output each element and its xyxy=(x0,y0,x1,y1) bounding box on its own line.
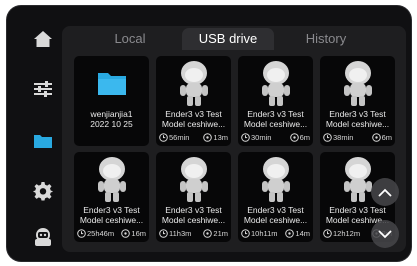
tab-history[interactable]: History xyxy=(286,28,366,50)
folder-icon xyxy=(97,73,126,95)
filament-icon xyxy=(121,229,131,238)
sidebar-item-settings-tune[interactable] xyxy=(21,74,65,104)
chevron-up-icon xyxy=(378,188,392,196)
file-meta: 38min 6m xyxy=(323,133,392,142)
clock-icon xyxy=(159,133,168,142)
file-card[interactable]: Ender3 v3 Test Model ceshiwe... 30min 6m xyxy=(238,56,313,146)
file-meta: 30min 6m xyxy=(241,133,310,142)
filament-icon xyxy=(203,133,213,142)
printer-screen: Local USB drive History wenjianjia1 2022… xyxy=(7,6,411,261)
file-card[interactable]: Ender3 v3 Test Model ceshiwe... 56min 13… xyxy=(156,56,231,146)
file-meta: 11h3m 21m xyxy=(159,229,228,238)
tab-usb-drive[interactable]: USB drive xyxy=(182,28,274,50)
clock-icon xyxy=(323,133,332,142)
gear-icon xyxy=(33,182,53,201)
filament-icon xyxy=(289,133,299,142)
filament-icon xyxy=(203,229,213,238)
robot-figure-icon xyxy=(179,157,208,202)
clock-icon xyxy=(323,229,332,238)
print-time: 12h12m xyxy=(333,229,361,238)
file-card[interactable]: Ender3 v3 Test Model ceshiwe... 25h46m 1… xyxy=(74,152,149,242)
file-name: wenjianjia1 2022 10 25 xyxy=(90,109,133,129)
robot-figure-icon xyxy=(343,157,372,202)
robot-figure-icon xyxy=(261,61,290,106)
file-meta: 10h11m 14m xyxy=(241,229,310,238)
robot-icon xyxy=(35,228,51,246)
scroll-up-button[interactable] xyxy=(371,178,399,206)
file-name: Ender3 v3 Test Model ceshiwe... xyxy=(325,109,390,129)
robot-figure-icon xyxy=(179,61,208,106)
print-time: 38min xyxy=(333,133,354,142)
model-thumbnail xyxy=(238,154,313,204)
print-time: 11h3m xyxy=(169,229,192,238)
print-time: 56min xyxy=(169,133,190,142)
folder-thumbnail xyxy=(74,58,149,108)
file-card[interactable]: Ender3 v3 Test Model ceshiwe... 38min 6m xyxy=(320,56,395,146)
filament-length: 6m xyxy=(299,133,310,142)
sliders-icon xyxy=(34,81,52,97)
sidebar xyxy=(21,24,65,252)
sidebar-item-files[interactable] xyxy=(21,126,65,156)
model-thumbnail xyxy=(156,154,231,204)
scroll-down-button[interactable] xyxy=(371,220,399,248)
filament-icon xyxy=(285,229,295,238)
file-name: Ender3 v3 Test Model ceshiwe... xyxy=(161,109,226,129)
home-icon xyxy=(34,31,52,47)
file-card[interactable]: Ender3 v3 Test Model ceshiwe... 11h3m 21… xyxy=(156,152,231,242)
sidebar-item-settings[interactable] xyxy=(21,176,65,206)
file-name: Ender3 v3 Test Model ceshiwe... xyxy=(161,205,226,225)
sidebar-item-assistant[interactable] xyxy=(21,222,65,252)
file-name: Ender3 v3 Test Model ceshiwe... xyxy=(243,205,308,225)
folder-icon xyxy=(34,135,52,148)
sidebar-item-home[interactable] xyxy=(21,24,65,54)
chevron-down-icon xyxy=(378,230,392,238)
print-time: 30min xyxy=(251,133,272,142)
file-card-folder[interactable]: wenjianjia1 2022 10 25 xyxy=(74,56,149,146)
filament-length: 6m xyxy=(381,133,392,142)
print-time: 10h11m xyxy=(251,229,278,238)
file-meta: 25h46m 16m xyxy=(77,229,146,238)
tab-bar: Local USB drive History xyxy=(62,26,406,50)
robot-figure-icon xyxy=(343,61,372,106)
filament-length: 14m xyxy=(295,229,310,238)
model-thumbnail xyxy=(74,154,149,204)
robot-figure-icon xyxy=(261,157,290,202)
filament-length: 21m xyxy=(213,229,228,238)
robot-figure-icon xyxy=(97,157,126,202)
file-meta: 56min 13m xyxy=(159,133,228,142)
tab-local[interactable]: Local xyxy=(90,28,170,50)
file-name: Ender3 v3 Test Model ceshiwe... xyxy=(79,205,144,225)
clock-icon xyxy=(159,229,168,238)
file-name: Ender3 v3 Test Model ceshiwe... xyxy=(243,109,308,129)
filament-length: 13m xyxy=(213,133,228,142)
filament-icon xyxy=(371,133,381,142)
clock-icon xyxy=(77,229,86,238)
file-card[interactable]: Ender3 v3 Test Model ceshiwe... 10h11m 1… xyxy=(238,152,313,242)
model-thumbnail xyxy=(238,58,313,108)
print-time: 25h46m xyxy=(87,229,115,238)
clock-icon xyxy=(241,133,250,142)
file-browser-panel: Local USB drive History wenjianjia1 2022… xyxy=(62,26,406,252)
filament-length: 16m xyxy=(131,229,146,238)
model-thumbnail xyxy=(156,58,231,108)
model-thumbnail xyxy=(320,58,395,108)
clock-icon xyxy=(241,229,250,238)
